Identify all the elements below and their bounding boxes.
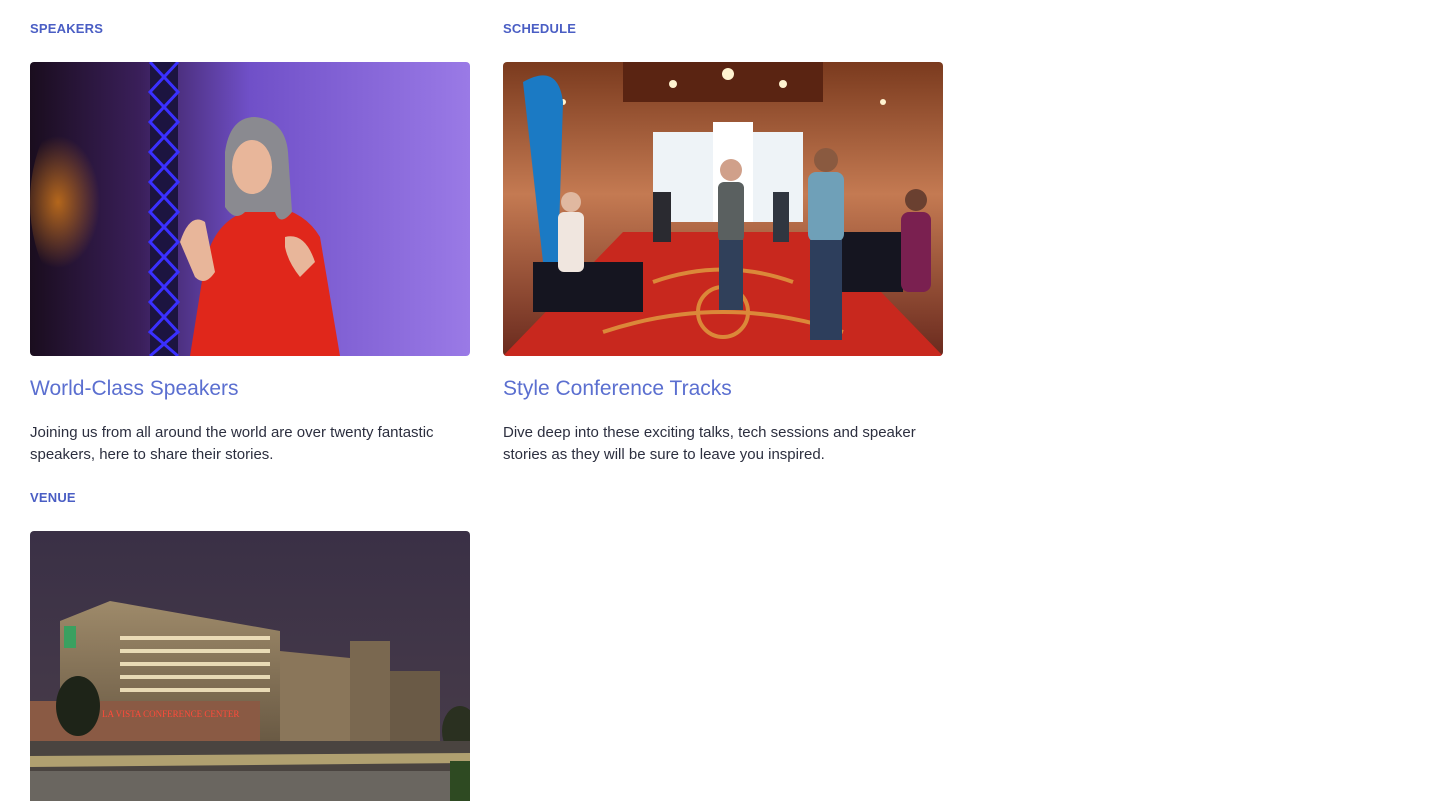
speakers-section-link[interactable]: SPEAKERS <box>30 21 470 37</box>
speaker-photo-image <box>30 62 470 356</box>
speakers-card: SPEAKERS World-Class Speakers Joining us… <box>30 0 470 466</box>
schedule-description: Dive deep into these exciting talks, tec… <box>503 424 916 463</box>
schedule-card: SCHEDULE Style Conference Tracks Dive de… <box>503 0 943 466</box>
venue-photo[interactable]: LA VISTA CONFERENCE CENTER <box>30 531 470 801</box>
venue-section-link[interactable]: VENUE <box>30 490 470 506</box>
speakers-description: Joining us from all around the world are… <box>30 424 434 463</box>
schedule-photo-image <box>503 62 943 356</box>
venue-card: VENUE LA VISTA CONFERENCE CENTER <box>30 469 470 801</box>
schedule-photo[interactable] <box>503 62 943 356</box>
schedule-section-link[interactable]: SCHEDULE <box>503 21 943 37</box>
schedule-title-link[interactable]: Style Conference Tracks <box>503 376 943 402</box>
speaker-photo[interactable] <box>30 62 470 356</box>
speakers-title-link[interactable]: World-Class Speakers <box>30 376 470 402</box>
venue-photo-image: LA VISTA CONFERENCE CENTER <box>30 531 470 801</box>
venue-sign-text: LA VISTA CONFERENCE CENTER <box>102 709 239 719</box>
page: SPEAKERS World-Class Speakers Joining us… <box>0 0 1440 801</box>
